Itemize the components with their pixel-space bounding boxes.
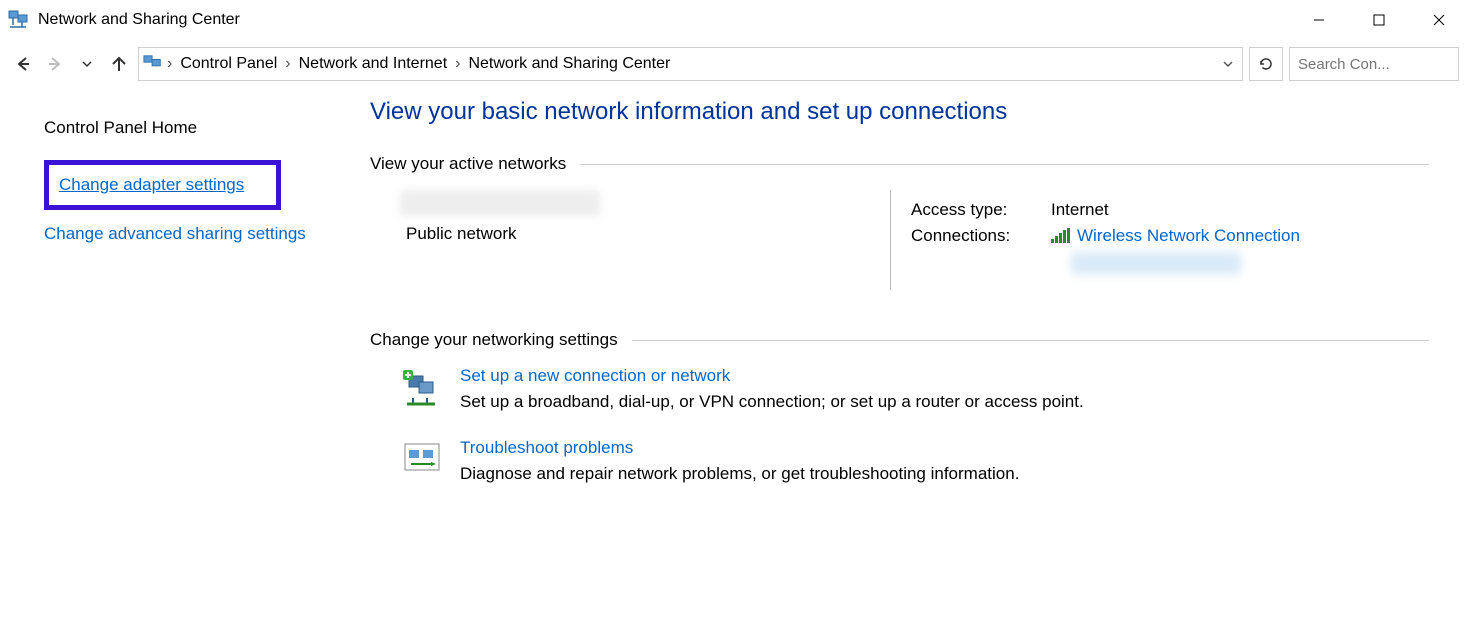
network-type: Public network — [400, 224, 890, 244]
sidebar: Control Panel Home Change adapter settin… — [0, 88, 360, 510]
section-change-settings: Change your networking settings — [370, 330, 632, 350]
troubleshoot-link[interactable]: Troubleshoot problems — [460, 438, 1019, 458]
recent-locations-dropdown[interactable] — [74, 58, 100, 70]
connection-detail-redacted — [1071, 252, 1241, 274]
chevron-right-icon[interactable]: › — [283, 55, 292, 73]
connection-link[interactable]: Wireless Network Connection — [1077, 226, 1300, 246]
maximize-button[interactable] — [1349, 0, 1409, 40]
minimize-button[interactable] — [1289, 0, 1349, 40]
divider — [580, 164, 1429, 165]
sidebar-change-advanced-sharing[interactable]: Change advanced sharing settings — [44, 224, 330, 244]
search-box[interactable] — [1289, 47, 1459, 81]
vertical-divider — [890, 190, 891, 290]
sidebar-control-panel-home[interactable]: Control Panel Home — [44, 118, 330, 138]
setup-connection-desc: Set up a broadband, dial-up, or VPN conn… — [460, 392, 1084, 412]
up-button[interactable] — [106, 54, 132, 74]
forward-button[interactable] — [42, 54, 68, 74]
section-active-networks: View your active networks — [370, 154, 580, 174]
search-input[interactable] — [1298, 56, 1469, 73]
troubleshoot-icon — [400, 438, 446, 478]
access-type-label: Access type: — [911, 200, 1051, 220]
address-bar[interactable]: › Control Panel › Network and Internet ›… — [138, 47, 1243, 81]
troubleshoot-desc: Diagnose and repair network problems, or… — [460, 464, 1019, 484]
connections-label: Connections: — [911, 226, 1051, 246]
network-name-redacted — [400, 190, 600, 216]
back-button[interactable] — [10, 54, 36, 74]
window-title: Network and Sharing Center — [38, 11, 240, 29]
page-title: View your basic network information and … — [370, 98, 1429, 126]
address-dropdown-icon[interactable] — [1218, 58, 1238, 70]
chevron-right-icon[interactable]: › — [165, 55, 174, 73]
signal-icon — [1051, 228, 1071, 244]
app-icon — [8, 9, 30, 31]
breadcrumb-control-panel[interactable]: Control Panel — [176, 55, 281, 73]
sidebar-change-adapter-settings[interactable]: Change adapter settings — [59, 175, 244, 195]
divider — [632, 340, 1429, 341]
breadcrumb-network-internet[interactable]: Network and Internet — [295, 55, 452, 73]
chevron-right-icon[interactable]: › — [453, 55, 462, 73]
refresh-button[interactable] — [1249, 47, 1283, 81]
close-button[interactable] — [1409, 0, 1469, 40]
highlight-annotation: Change adapter settings — [44, 160, 281, 210]
address-icon — [143, 54, 163, 74]
access-type-value: Internet — [1051, 200, 1109, 220]
setup-connection-link[interactable]: Set up a new connection or network — [460, 366, 1084, 386]
breadcrumb-network-sharing[interactable]: Network and Sharing Center — [464, 55, 674, 73]
window-titlebar: Network and Sharing Center — [0, 0, 1469, 40]
main-content: View your basic network information and … — [360, 88, 1469, 510]
toolbar: › Control Panel › Network and Internet ›… — [0, 40, 1469, 88]
new-connection-icon — [400, 366, 446, 406]
